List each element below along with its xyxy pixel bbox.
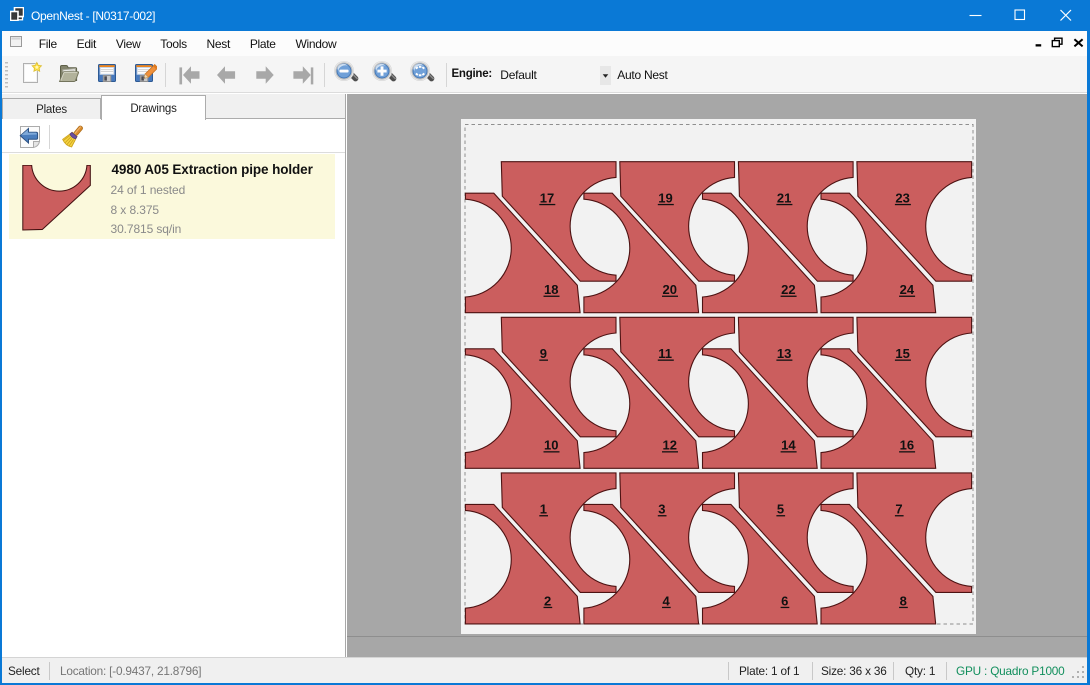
svg-text:14: 14 — [781, 438, 796, 453]
svg-text:1: 1 — [540, 502, 547, 517]
svg-text:13: 13 — [777, 346, 791, 361]
svg-text:24: 24 — [900, 282, 915, 297]
svg-text:17: 17 — [540, 190, 554, 205]
svg-text:3: 3 — [658, 502, 665, 517]
svg-text:9: 9 — [540, 346, 547, 361]
svg-text:5: 5 — [777, 502, 784, 517]
svg-text:11: 11 — [658, 346, 672, 361]
svg-text:20: 20 — [663, 282, 677, 297]
svg-text:23: 23 — [895, 190, 909, 205]
svg-text:12: 12 — [663, 438, 677, 453]
svg-text:22: 22 — [781, 282, 795, 297]
svg-text:10: 10 — [544, 438, 558, 453]
svg-text:15: 15 — [895, 346, 909, 361]
svg-text:21: 21 — [777, 190, 791, 205]
svg-text:4: 4 — [663, 593, 671, 608]
svg-text:16: 16 — [900, 438, 914, 453]
svg-text:8: 8 — [900, 593, 907, 608]
svg-text:19: 19 — [658, 190, 672, 205]
svg-text:2: 2 — [544, 593, 551, 608]
svg-text:7: 7 — [895, 502, 902, 517]
svg-text:6: 6 — [781, 593, 788, 608]
svg-text:18: 18 — [544, 282, 558, 297]
